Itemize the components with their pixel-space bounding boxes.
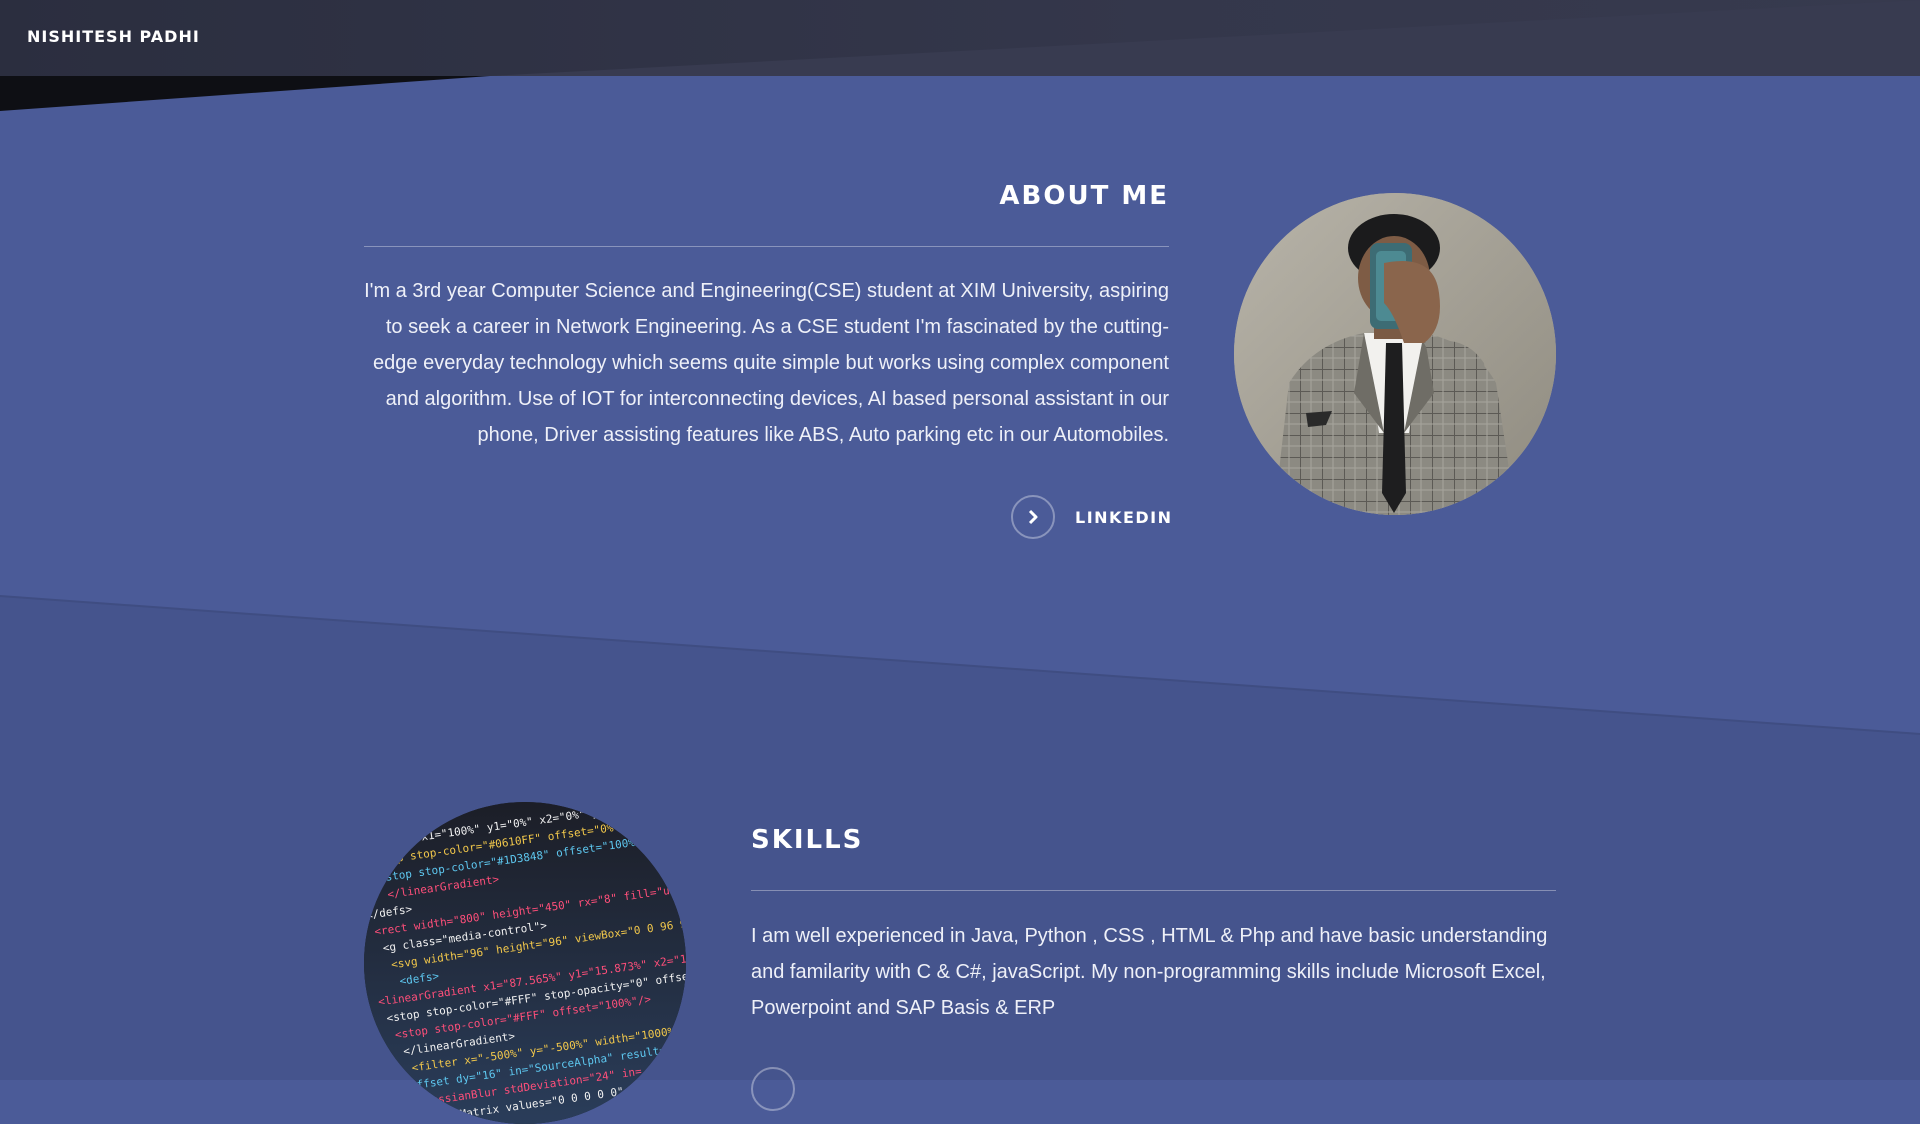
top-navbar: NISHITESH PADHI <box>0 0 1920 76</box>
code-image: <svg viewBox=Gradient x1="100%" y1="0%" … <box>364 802 686 1124</box>
skills-link-button[interactable] <box>751 1067 795 1111</box>
skills-divider <box>751 890 1556 891</box>
linkedin-button[interactable]: LINKEDIN <box>1011 495 1173 539</box>
navbar-slant-shape <box>490 0 1920 76</box>
code-snippet-image: <svg viewBox=Gradient x1="100%" y1="0%" … <box>364 802 686 1124</box>
chevron-right-icon <box>1011 495 1055 539</box>
brand-link[interactable]: NISHITESH PADHI <box>27 27 200 46</box>
person-photo-icon <box>1234 193 1556 515</box>
about-text: I'm a 3rd year Computer Science and Engi… <box>364 280 1169 446</box>
skills-title: SKILLS <box>751 825 864 855</box>
skills-text: I am well experienced in Java, Python , … <box>751 925 1548 1019</box>
chevron-right-icon <box>751 1067 795 1111</box>
about-divider <box>364 246 1169 247</box>
about-title: ABOUT ME <box>999 181 1169 211</box>
linkedin-label: LINKEDIN <box>1075 507 1173 527</box>
profile-photo <box>1234 193 1556 515</box>
